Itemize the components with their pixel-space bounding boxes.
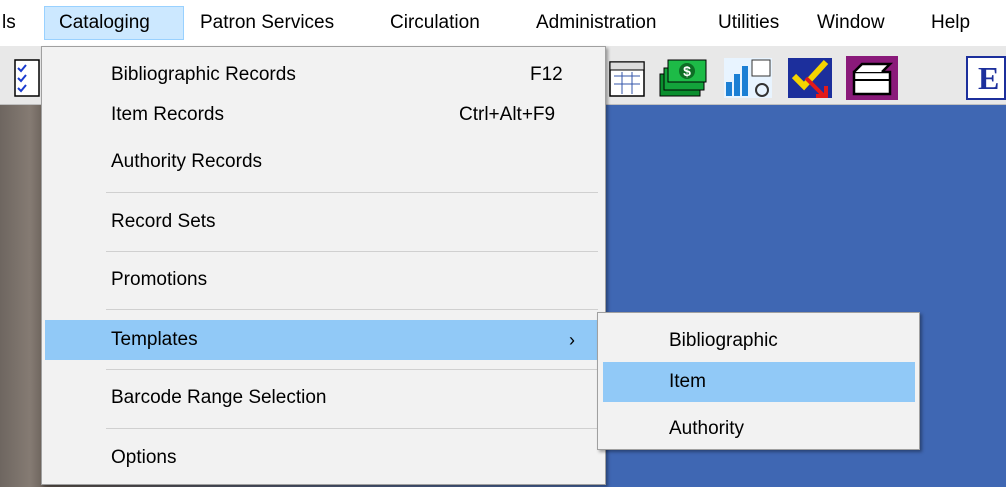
letter-e-label: E <box>978 60 1000 96</box>
menu-item-authority-records[interactable]: Authority Records <box>45 142 602 182</box>
box-icon[interactable] <box>846 56 898 100</box>
submenu-item-authority[interactable]: Authority <box>603 409 915 449</box>
submenu-item-label: Item <box>669 371 706 392</box>
menu-item-label: Options <box>111 447 177 468</box>
menu-separator <box>106 309 598 310</box>
menu-tools[interactable]: ls <box>0 6 22 40</box>
menu-separator <box>106 369 598 370</box>
menu-item-record-sets[interactable]: Record Sets <box>45 202 602 242</box>
cataloging-menu: Bibliographic Records F12 Item Records C… <box>41 46 606 485</box>
submenu-item-label: Authority <box>669 418 744 439</box>
calendar-icon[interactable] <box>608 56 648 100</box>
menu-patron-services[interactable]: Patron Services <box>194 6 340 40</box>
menu-item-label: Authority Records <box>111 151 263 172</box>
menu-item-item-records[interactable]: Item Records Ctrl+Alt+F9 <box>45 95 602 135</box>
svg-text:$: $ <box>683 63 691 79</box>
menu-circulation[interactable]: Circulation <box>384 6 486 40</box>
menu-item-label: Templates <box>111 329 198 350</box>
menu-separator <box>106 428 598 429</box>
menu-bar: ls Cataloging Patron Services Circulatio… <box>0 0 1006 46</box>
menu-item-label: Record Sets <box>111 211 216 232</box>
menu-item-templates[interactable]: Templates › <box>45 320 602 360</box>
menu-utilities[interactable]: Utilities <box>712 6 785 40</box>
submenu-item-item[interactable]: Item <box>603 362 915 402</box>
chevron-right-icon: › <box>569 330 575 350</box>
menu-cataloging[interactable]: Cataloging <box>44 6 184 40</box>
menu-item-bibliographic-records[interactable]: Bibliographic Records F12 <box>45 55 602 95</box>
menu-item-label: Promotions <box>111 269 208 290</box>
menu-item-promotions[interactable]: Promotions <box>45 260 602 300</box>
graph-icon[interactable] <box>722 56 774 100</box>
menu-item-shortcut: Ctrl+Alt+F9 <box>459 104 556 125</box>
menu-window[interactable]: Window <box>811 6 891 40</box>
checkmark-icon[interactable] <box>786 56 836 100</box>
menu-item-shortcut: F12 <box>530 64 563 85</box>
menu-administration[interactable]: Administration <box>530 6 662 40</box>
menu-item-barcode-range-selection[interactable]: Barcode Range Selection <box>45 378 602 418</box>
letter-e-icon[interactable]: E <box>966 56 1006 100</box>
submenu-item-bibliographic[interactable]: Bibliographic <box>603 321 915 361</box>
menu-separator <box>106 251 598 252</box>
submenu-item-label: Bibliographic <box>669 330 778 351</box>
menu-item-label: Item Records <box>111 104 224 125</box>
money-icon[interactable]: $ <box>654 56 708 100</box>
checklist-icon[interactable] <box>14 56 40 100</box>
menu-item-label: Bibliographic Records <box>111 64 296 85</box>
menu-item-label: Barcode Range Selection <box>111 387 327 408</box>
menu-help[interactable]: Help <box>925 6 976 40</box>
menu-separator <box>106 192 598 193</box>
menu-item-options[interactable]: Options <box>45 438 602 478</box>
templates-submenu: Bibliographic Item Authority <box>597 312 920 450</box>
